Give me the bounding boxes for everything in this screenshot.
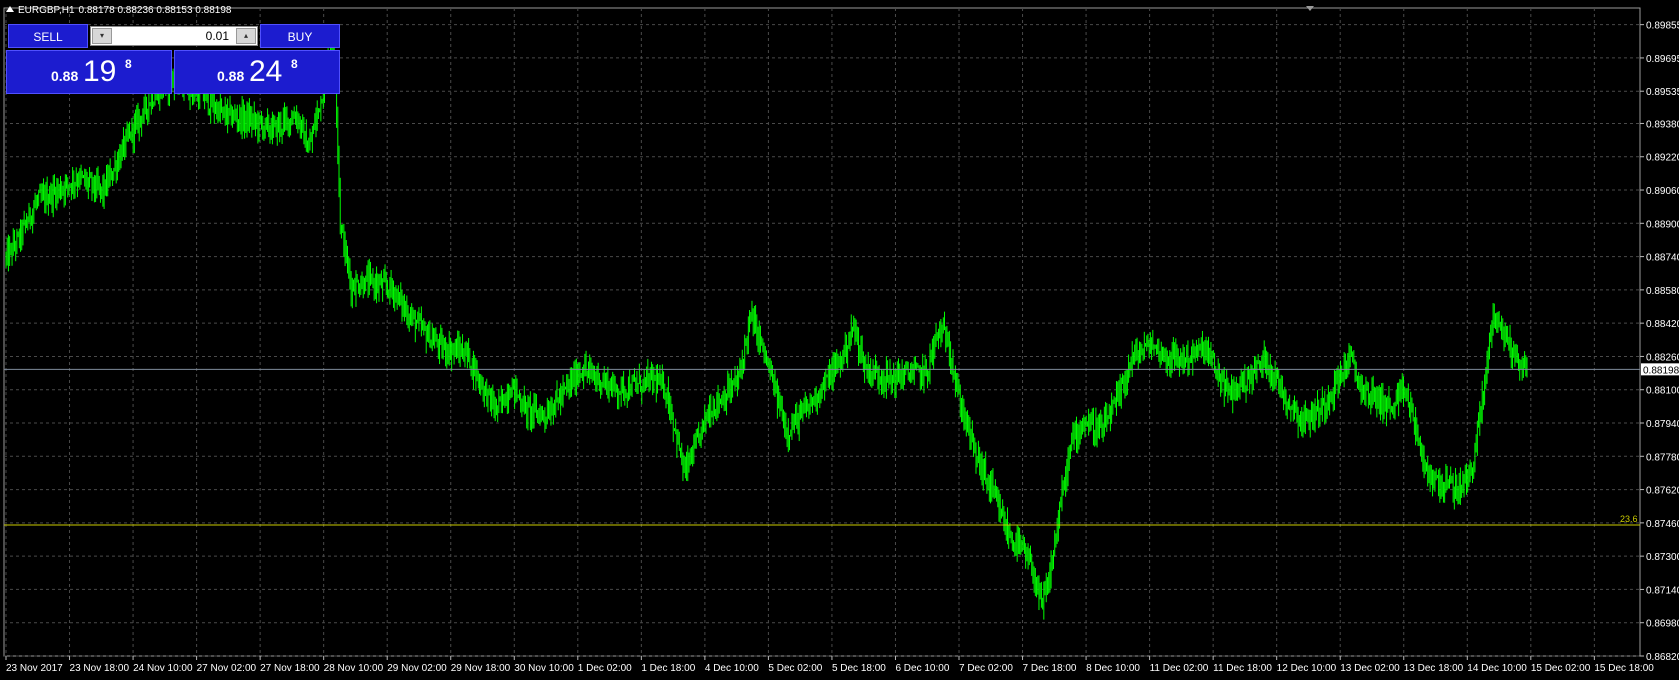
y-tick-label: 0.88580: [1646, 286, 1679, 297]
x-tick-label: 4 Dec 10:00: [705, 663, 759, 674]
y-tick-label: 0.88100: [1646, 386, 1679, 397]
sell-button[interactable]: SELL: [8, 24, 88, 48]
buy-price-pips: 24: [249, 55, 283, 88]
sell-price-box[interactable]: 0.88 19 8: [6, 50, 172, 94]
x-tick-label: 15 Dec 02:00: [1531, 663, 1591, 674]
y-tick-label: 0.87620: [1646, 486, 1679, 497]
y-tick-label: 0.87300: [1646, 552, 1679, 563]
price-chart-svg[interactable]: 0.89855 0.89695 0.89535 0.89380 0.89220 0.890…: [0, 0, 1679, 680]
x-tick-label: 11 Dec 18:00: [1213, 663, 1272, 674]
y-tick-label: 0.89060: [1646, 186, 1679, 197]
symbol-header: EURGBP,H1 0.88178 0.88236 0.88153 0.88198: [6, 5, 235, 16]
x-tick-label: 8 Dec 10:00: [1086, 663, 1140, 674]
y-tick-label: 0.86980: [1646, 619, 1679, 630]
x-tick-label: 13 Dec 18:00: [1404, 663, 1464, 674]
y-tick-label: 0.88740: [1646, 253, 1679, 264]
x-tick-label: 5 Dec 02:00: [768, 663, 822, 674]
x-tick-label: 5 Dec 18:00: [832, 663, 886, 674]
x-tick-label: 1 Dec 18:00: [641, 663, 695, 674]
x-tick-label: 7 Dec 02:00: [959, 663, 1013, 674]
x-tick-label: 15 Dec 18:00: [1594, 663, 1654, 674]
sell-price-prefix: 0.88: [51, 68, 79, 84]
buy-button[interactable]: BUY: [260, 24, 340, 48]
y-tick-label: 0.89695: [1646, 54, 1679, 65]
y-tick-label: 0.89855: [1646, 21, 1679, 32]
x-tick-label: 27 Nov 18:00: [260, 663, 320, 674]
fib-level-label: 23.6: [1620, 514, 1638, 524]
y-tick-label: 0.89220: [1646, 153, 1679, 164]
y-tick-label: 0.87140: [1646, 585, 1679, 596]
y-tick-label: 0.88420: [1646, 319, 1679, 330]
x-tick-label: 23 Nov 2017: [6, 663, 63, 674]
x-tick-label: 13 Dec 02:00: [1340, 663, 1400, 674]
x-tick-label: 27 Nov 02:00: [197, 663, 257, 674]
x-tick-label: 14 Dec 10:00: [1467, 663, 1527, 674]
chart-area[interactable]: 0.89855 0.89695 0.89535 0.89380 0.89220 0.890…: [0, 0, 1679, 680]
y-tick-label: 0.88260: [1646, 352, 1679, 363]
x-tick-label: 23 Nov 18:00: [70, 663, 130, 674]
lot-decrease-icon[interactable]: ▾: [92, 28, 112, 44]
x-tick-label: 29 Nov 18:00: [451, 663, 511, 674]
x-tick-label: 29 Nov 02:00: [387, 663, 447, 674]
x-tick-label: 7 Dec 18:00: [1023, 663, 1077, 674]
y-tick-label: 0.87780: [1646, 452, 1679, 463]
x-tick-label: 1 Dec 02:00: [578, 663, 632, 674]
y-tick-label: 0.89535: [1646, 87, 1679, 98]
sell-price-fraction: 8: [125, 57, 132, 71]
x-tick-label: 11 Dec 02:00: [1150, 663, 1209, 674]
current-price-label: 0.88198: [1643, 365, 1679, 376]
ohlc-values: 0.88178 0.88236 0.88153 0.88198: [78, 5, 232, 16]
one-click-trading-panel: SELL ▾ ▴ BUY 0.88 19 8 0.88 24 8: [6, 24, 340, 94]
buy-price-fraction: 8: [291, 57, 298, 71]
sell-price-pips: 19: [83, 55, 117, 88]
x-tick-label: 24 Nov 10:00: [133, 663, 193, 674]
x-tick-label: 6 Dec 10:00: [895, 663, 949, 674]
x-tick-label: 30 Nov 10:00: [514, 663, 574, 674]
lot-increase-icon[interactable]: ▴: [236, 28, 256, 44]
x-tick-label: 12 Dec 10:00: [1277, 663, 1337, 674]
symbol-timeframe: EURGBP,H1: [18, 5, 75, 16]
collapse-triangle-icon[interactable]: [6, 6, 14, 12]
buy-price-prefix: 0.88: [217, 68, 245, 84]
y-tick-label: 0.87940: [1646, 419, 1679, 430]
y-tick-label: 0.87460: [1646, 519, 1679, 530]
lot-size-input[interactable]: [115, 28, 233, 44]
buy-price-box[interactable]: 0.88 24 8: [174, 50, 340, 94]
y-tick-label: 0.89380: [1646, 119, 1679, 130]
y-tick-label: 0.86820: [1646, 652, 1679, 663]
y-tick-label: 0.88900: [1646, 219, 1679, 230]
x-tick-label: 28 Nov 10:00: [324, 663, 384, 674]
lot-size-box: ▾ ▴: [90, 26, 258, 46]
